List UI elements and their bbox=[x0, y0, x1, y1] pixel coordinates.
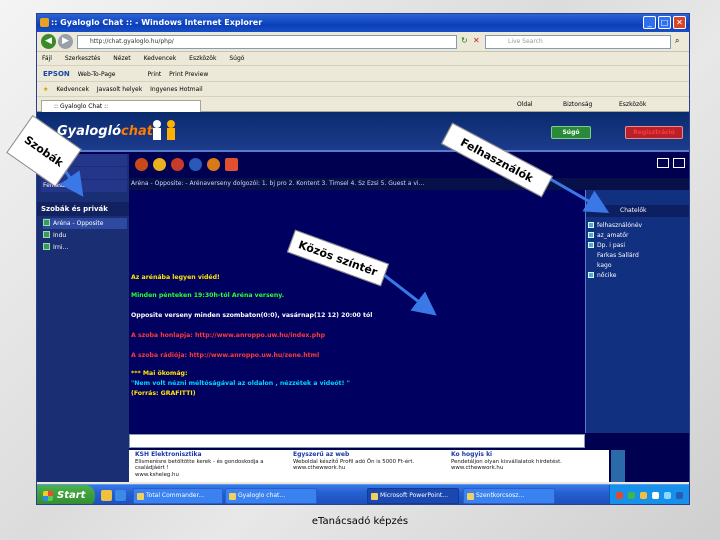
slide-caption: eTanácsadó képzés bbox=[311, 516, 409, 527]
